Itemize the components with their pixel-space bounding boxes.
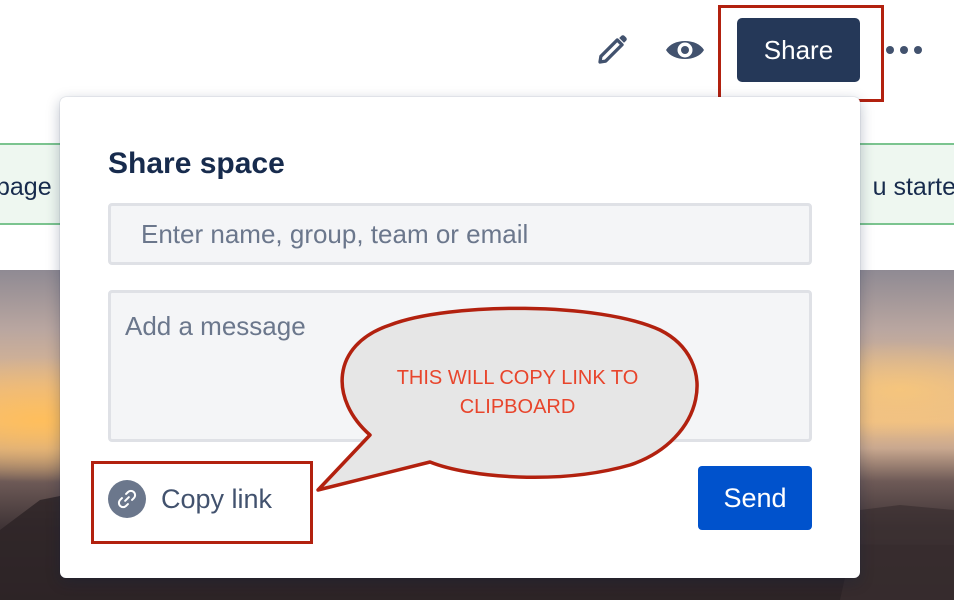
callout-text: THIS WILL COPY LINK TO CLIPBOARD [396,367,639,418]
more-horizontal-icon[interactable] [882,28,926,72]
banner-text-right: u starte [872,173,954,201]
recipient-input[interactable] [108,203,812,265]
dialog-title: Share space [108,147,285,180]
send-button[interactable]: Send [698,466,812,530]
banner-text-left: page [0,173,52,201]
share-highlight-box [718,5,884,102]
eye-icon[interactable] [663,28,707,72]
copy-link-highlight-box [91,461,313,544]
pencil-icon[interactable] [590,28,634,72]
